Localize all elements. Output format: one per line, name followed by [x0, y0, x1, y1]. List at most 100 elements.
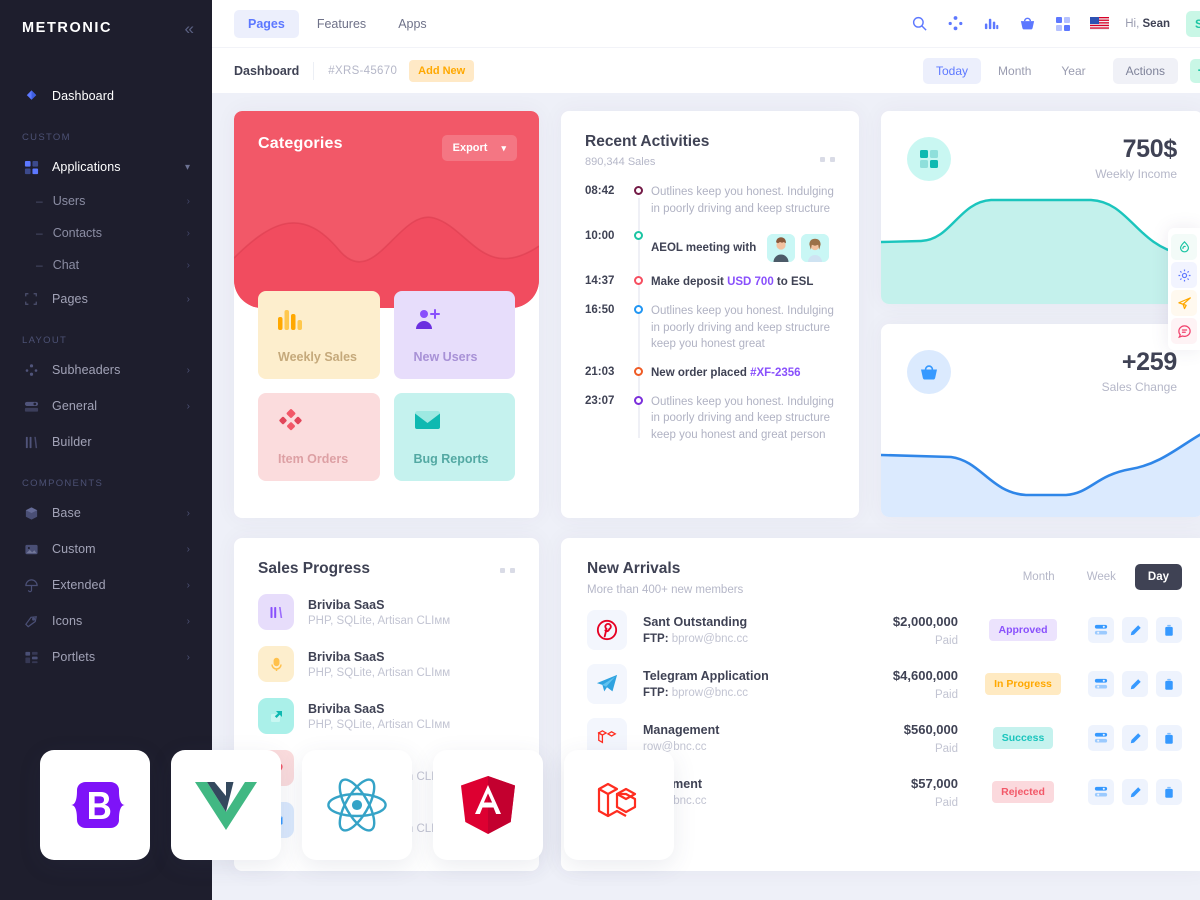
avatar[interactable]: S [1186, 10, 1200, 37]
activity-text: AEOL meeting with [651, 242, 757, 255]
delete-trash-icon[interactable] [1156, 617, 1182, 643]
dashboard-app: METRONIC « Dashboard CUSTOM Applications… [0, 0, 1200, 900]
sidebar-item-pages[interactable]: Pages › [0, 281, 212, 317]
activity-item: 08:42 Outlines keep you honest. Indulgin… [585, 184, 835, 229]
sidebar-item-users[interactable]: – Users › [0, 185, 212, 217]
category-tile-new-users[interactable]: New Users [393, 291, 515, 379]
chevron-down-icon: ▾ [184, 161, 190, 173]
bar-chart-icon[interactable] [981, 14, 1001, 34]
table-cell-amount: $560,000 Paid [838, 722, 958, 755]
list-item[interactable]: Briviba SaaS PHP, SQLite, Artisan CLIмм [258, 698, 515, 734]
search-icon[interactable] [909, 14, 929, 34]
sidebar-item-chat[interactable]: – Chat › [0, 249, 212, 281]
sidebar-item-extended[interactable]: Extended › [0, 567, 212, 603]
sidebar-item-builder[interactable]: Builder [0, 424, 212, 460]
category-tile-item-orders[interactable]: Item Orders [258, 393, 380, 481]
weekly-income-card: 750$ Weekly Income [881, 111, 1200, 304]
grid-icon[interactable] [1053, 14, 1073, 34]
droplet-icon[interactable] [1171, 234, 1197, 260]
weekly-income-value-block: 750$ Weekly Income [1095, 135, 1177, 181]
activity-item: 21:03 New order placed #XF-2356 [585, 365, 835, 394]
category-tile-weekly-sales[interactable]: Weekly Sales [258, 291, 380, 379]
chat-icon[interactable] [1171, 318, 1197, 344]
filter-year[interactable]: Year [1048, 58, 1098, 84]
table-cell-name: Sant Outstanding FTP: bprow@bnc.cc [643, 615, 838, 645]
gear-icon[interactable] [1171, 262, 1197, 288]
weekly-income-label: Weekly Income [1095, 167, 1177, 181]
status-badge: Approved [989, 619, 1057, 641]
tab-pages[interactable]: Pages [234, 9, 299, 38]
more-dots-icon[interactable] [820, 157, 835, 162]
row-ftp: FTP: bprow@bnc.cc [643, 687, 838, 699]
sub-header-actions: Today Month Year Actions + [923, 57, 1200, 84]
table-cell-name: Telegram Application FTP: bprow@bnc.cc [643, 669, 838, 699]
filter-today[interactable]: Today [923, 57, 982, 84]
toggle-month[interactable]: Month [1010, 564, 1068, 590]
more-dots-icon[interactable] [500, 568, 515, 573]
sidebar-item-subheaders[interactable]: Subheaders › [0, 352, 212, 388]
nodes-icon[interactable] [945, 14, 965, 34]
category-tile-bug-reports[interactable]: Bug Reports [393, 393, 515, 481]
tab-apps[interactable]: Apps [384, 10, 441, 38]
add-new-button[interactable]: Add New [409, 59, 475, 82]
activity-text-wrap: New order placed #XF-2356 [651, 365, 835, 382]
sidebar-nav: Dashboard CUSTOM Applications ▾ – Users [0, 56, 212, 675]
list-item-title: Briviba SaaS [308, 701, 385, 716]
row-amount: $560,000 [903, 721, 958, 737]
send-icon[interactable] [1171, 290, 1197, 316]
greeting-text: Hi, Sean [1125, 18, 1170, 30]
row-amount: $57,000 [911, 775, 958, 791]
edit-pencil-icon[interactable] [1122, 671, 1148, 697]
settings-list-icon[interactable] [1088, 779, 1114, 805]
image-icon [22, 540, 40, 558]
toggle-week[interactable]: Week [1074, 564, 1129, 590]
timeline-dot-icon [633, 186, 643, 195]
settings-list-icon[interactable] [1088, 725, 1114, 751]
timeline-dot-wrap [625, 184, 651, 217]
delete-trash-icon[interactable] [1156, 779, 1182, 805]
laravel-logo[interactable] [564, 750, 674, 860]
sidebar-label-custom: Custom [52, 542, 96, 556]
list-item[interactable]: Briviba SaaS PHP, SQLite, Artisan CLIмм [258, 594, 515, 630]
double-chevron-left-icon[interactable]: « [185, 20, 194, 37]
avatar[interactable] [801, 234, 830, 263]
react-logo[interactable] [302, 750, 412, 860]
angular-logo[interactable] [433, 750, 543, 860]
delete-trash-icon[interactable] [1156, 725, 1182, 751]
edit-pencil-icon[interactable] [1122, 779, 1148, 805]
sidebar-item-general[interactable]: General › [0, 388, 212, 424]
delete-trash-icon[interactable] [1156, 671, 1182, 697]
export-button[interactable]: Export ▾ [441, 135, 517, 161]
row-paid-label: Paid [934, 796, 958, 809]
sidebar-item-portlets[interactable]: Portlets › [0, 639, 212, 675]
actions-button[interactable]: Actions [1112, 57, 1178, 84]
sidebar-item-applications[interactable]: Applications ▾ [0, 149, 212, 185]
sidebar-item-contacts[interactable]: – Contacts › [0, 217, 212, 249]
divider [313, 61, 315, 80]
add-button[interactable]: + [1190, 58, 1200, 83]
edit-pencil-icon[interactable] [1122, 725, 1148, 751]
chevron-right-icon: › [186, 259, 190, 271]
settings-list-icon[interactable] [1088, 671, 1114, 697]
flag-us-icon[interactable] [1089, 14, 1109, 34]
sidebar-item-icons[interactable]: Icons › [0, 603, 212, 639]
sidebar-label-portlets: Portlets [52, 650, 96, 664]
table-cell-status: Rejected [958, 781, 1088, 803]
toggle-day[interactable]: Day [1134, 564, 1182, 590]
filter-month[interactable]: Month [985, 58, 1044, 84]
basket-icon[interactable] [1017, 14, 1037, 34]
settings-list-icon[interactable] [1088, 617, 1114, 643]
sidebar-item-dashboard[interactable]: Dashboard [0, 78, 212, 114]
sidebar-item-custom[interactable]: Custom › [0, 531, 212, 567]
avatar[interactable] [767, 234, 796, 263]
table-row: Management row@bnc.cc $560,000 Paid Succ… [587, 718, 1182, 758]
bootstrap-logo[interactable] [40, 750, 150, 860]
edit-pencil-icon[interactable] [1122, 617, 1148, 643]
tab-features[interactable]: Features [303, 10, 380, 38]
list-item[interactable]: Briviba SaaS PHP, SQLite, Artisan CLIмм [258, 646, 515, 682]
sales-change-value: +259 [1121, 348, 1177, 376]
activity-item: 23:07 Outlines keep you honest. Indulgin… [585, 394, 835, 456]
vue-logo[interactable] [171, 750, 281, 860]
sidebar-item-base[interactable]: Base › [0, 495, 212, 531]
activity-text: Outlines keep you honest. Indulging in p… [651, 305, 834, 351]
